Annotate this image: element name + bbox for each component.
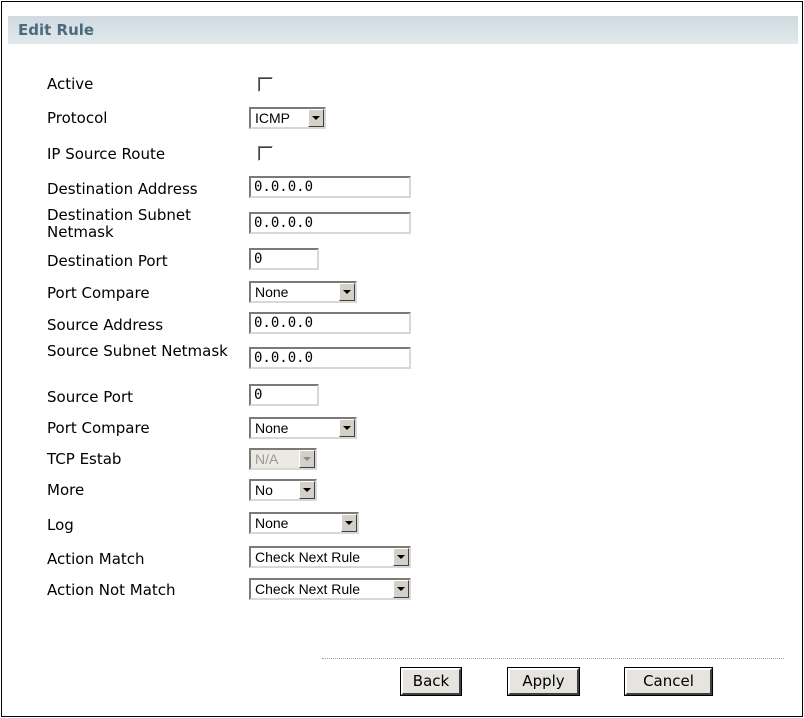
chevron-down-icon (308, 109, 324, 127)
log-select[interactable]: None (249, 512, 359, 534)
more-label: More (47, 481, 85, 499)
destination-subnet-netmask-input[interactable]: 0.0.0.0 (249, 212, 411, 234)
action-match-value: Check Next Rule (255, 549, 361, 565)
action-match-select[interactable]: Check Next Rule (249, 546, 411, 568)
chevron-down-icon (393, 548, 409, 566)
dest-port-compare-label: Port Compare (47, 284, 150, 302)
tcp-estab-label: TCP Estab (47, 450, 122, 468)
source-subnet-netmask-label: Source Subnet Netmask (47, 342, 228, 360)
src-port-compare-select[interactable]: None (249, 417, 357, 439)
active-checkbox[interactable] (258, 77, 273, 92)
cancel-button[interactable]: Cancel (624, 667, 713, 696)
dest-port-compare-select[interactable]: None (249, 281, 357, 303)
action-match-label: Action Match (47, 550, 145, 568)
source-port-input[interactable]: 0 (249, 384, 319, 406)
apply-button[interactable]: Apply (507, 667, 580, 696)
action-not-match-select[interactable]: Check Next Rule (249, 578, 411, 600)
tcp-estab-select: N/A (249, 448, 317, 470)
page-title: Edit Rule (18, 21, 95, 39)
title-bar: Edit Rule (8, 16, 798, 44)
protocol-select-value: ICMP (255, 110, 290, 126)
source-port-label: Source Port (47, 388, 134, 406)
destination-subnet-netmask-label: Destination Subnet Netmask (47, 206, 192, 241)
action-not-match-value: Check Next Rule (255, 581, 361, 597)
active-label: Active (47, 75, 94, 93)
destination-address-input[interactable]: 0.0.0.0 (249, 176, 411, 198)
source-address-input[interactable]: 0.0.0.0 (249, 312, 411, 334)
chevron-down-icon (341, 514, 357, 532)
divider (322, 658, 784, 659)
back-button[interactable]: Back (400, 667, 462, 696)
destination-port-label: Destination Port (47, 252, 168, 270)
chevron-down-icon (339, 419, 355, 437)
protocol-label: Protocol (47, 109, 108, 127)
ip-source-route-label: IP Source Route (47, 145, 166, 163)
chevron-down-icon (299, 450, 315, 468)
chevron-down-icon (299, 481, 315, 499)
protocol-select[interactable]: ICMP (249, 107, 326, 129)
chevron-down-icon (339, 283, 355, 301)
source-subnet-netmask-input[interactable]: 0.0.0.0 (249, 347, 411, 369)
ip-source-route-checkbox[interactable] (258, 146, 273, 161)
source-address-label: Source Address (47, 316, 164, 334)
log-label: Log (47, 516, 74, 534)
more-select-value: No (255, 482, 273, 498)
destination-address-label: Destination Address (47, 180, 198, 198)
dest-port-compare-value: None (255, 284, 289, 300)
action-not-match-label: Action Not Match (47, 581, 176, 599)
chevron-down-icon (393, 580, 409, 598)
tcp-estab-value: N/A (255, 451, 279, 467)
log-select-value: None (255, 515, 289, 531)
destination-port-input[interactable]: 0 (249, 248, 319, 270)
src-port-compare-label: Port Compare (47, 419, 150, 437)
more-select[interactable]: No (249, 479, 317, 501)
src-port-compare-value: None (255, 420, 289, 436)
